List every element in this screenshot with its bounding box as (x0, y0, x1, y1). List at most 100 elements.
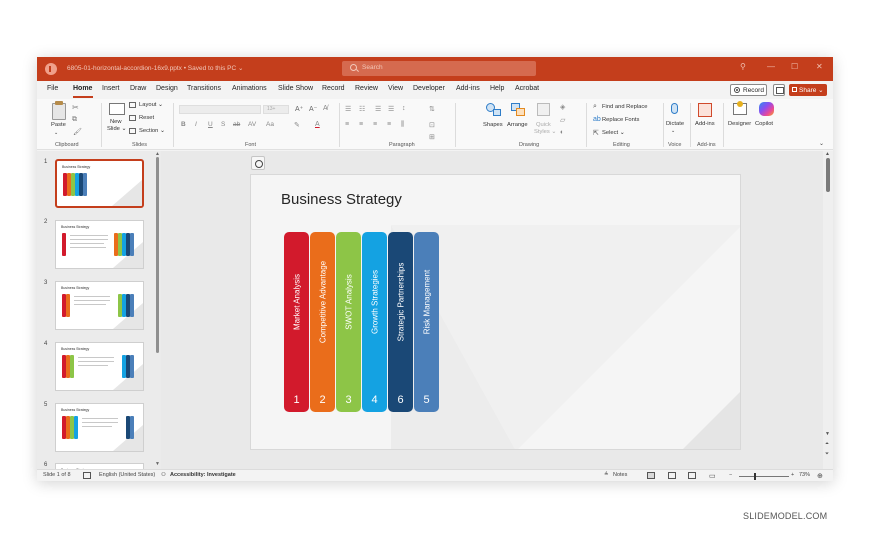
paste-label[interactable]: Paste (51, 122, 66, 128)
slide-thumbnail-3[interactable]: Business Strategy (55, 281, 144, 330)
justify-icon[interactable]: ≡ (387, 121, 391, 128)
shape-fill-icon[interactable]: ◈ (560, 103, 565, 111)
fit-to-window-icon[interactable]: ⊕ (817, 472, 823, 480)
minimize-button[interactable]: — (767, 62, 775, 71)
normal-view-icon[interactable] (647, 472, 655, 479)
collapse-ribbon-icon[interactable]: ⌄ (819, 140, 824, 147)
decrease-font-icon[interactable]: A⁻ (309, 105, 317, 113)
shapes-button[interactable]: Shapes (483, 122, 503, 128)
designer-button[interactable]: Designer (728, 121, 751, 127)
accordion-panel-2[interactable]: Competitive Advantage 2 (310, 232, 335, 412)
tab-transitions[interactable]: Transitions (187, 85, 221, 92)
format-painter-icon[interactable]: 🖌 (73, 128, 82, 136)
character-spacing-icon[interactable]: AV (248, 121, 256, 128)
bullets-icon[interactable]: ☰ (345, 105, 351, 113)
search-input[interactable]: Search (342, 61, 536, 76)
tab-developer[interactable]: Developer (413, 85, 445, 92)
reading-view-icon[interactable] (688, 472, 696, 479)
zoom-level[interactable]: 73% (799, 472, 810, 478)
language-indicator[interactable]: English (United States) (99, 472, 155, 478)
quick-styles-icon[interactable] (537, 103, 550, 116)
new-slide-label[interactable]: New (110, 119, 122, 125)
copilot-icon[interactable] (759, 102, 774, 116)
share-button[interactable]: Share ⌄ (789, 84, 827, 96)
tab-slide-show[interactable]: Slide Show (278, 85, 313, 92)
underline-icon[interactable]: U (208, 121, 213, 128)
arrange-button[interactable]: Arrange (507, 122, 528, 128)
font-size-select[interactable]: 13+ (263, 105, 289, 114)
spelling-icon[interactable] (83, 472, 91, 479)
accordion-panel-6[interactable]: Risk Management 5 (414, 232, 439, 412)
tab-view[interactable]: View (388, 85, 403, 92)
align-text-icon[interactable]: ⊡ (429, 121, 435, 129)
slide-sorter-icon[interactable] (668, 472, 676, 479)
accordion-panel-3[interactable]: SWOT Analysis 3 (336, 232, 361, 412)
columns-icon[interactable]: ⫼ (401, 121, 404, 129)
clear-formatting-icon[interactable]: A̸ (323, 105, 328, 112)
tab-file[interactable]: File (47, 85, 58, 92)
layout-button[interactable]: Layout ⌄ (139, 102, 163, 108)
line-spacing-icon[interactable]: ↕ (402, 105, 406, 112)
accordion-panel-1[interactable]: Market Analysis 1 (284, 232, 309, 412)
slide-thumbnail-4[interactable]: Business Strategy (55, 342, 144, 391)
scroll-up-icon[interactable]: ▲ (825, 151, 830, 157)
text-direction-icon[interactable]: ⇅ (429, 105, 435, 113)
scroll-down-icon[interactable]: ▼ (825, 431, 830, 437)
numbering-icon[interactable]: ☷ (359, 105, 365, 113)
tab-add-ins[interactable]: Add-ins (456, 85, 480, 92)
slide-thumbnail-2[interactable]: Business Strategy (55, 220, 144, 269)
new-slide-dropdown[interactable]: Slide ⌄ (107, 126, 126, 132)
comments-button[interactable] (773, 84, 785, 96)
cut-icon[interactable]: ✂ (72, 103, 79, 112)
microphone-icon[interactable] (671, 103, 678, 114)
zoom-in-icon[interactable]: + (791, 472, 794, 478)
thumbnail-scrollbar[interactable] (156, 157, 159, 353)
align-left-icon[interactable]: ≡ (345, 121, 349, 128)
change-case-icon[interactable]: Aa (266, 121, 274, 128)
quick-styles-button[interactable]: Quick (536, 122, 551, 128)
shape-effects-icon[interactable]: ◐ (560, 129, 564, 136)
tab-design[interactable]: Design (156, 85, 178, 92)
next-slide-icon[interactable]: ⏷ (825, 451, 829, 457)
select-button[interactable]: Select ⌄ (602, 130, 625, 136)
highlight-icon[interactable]: ✎ (294, 121, 300, 129)
zoom-slider-thumb[interactable] (754, 473, 756, 480)
shape-outline-icon[interactable]: ▱ (560, 116, 565, 124)
paste-icon[interactable] (52, 103, 66, 120)
add-ins-button[interactable]: Add-ins (695, 121, 715, 127)
notes-button[interactable]: Notes (613, 472, 627, 478)
dictate-dropdown-icon[interactable]: ⌄ (671, 128, 675, 134)
bold-icon[interactable]: B (181, 121, 186, 128)
copy-icon[interactable]: ⧉ (72, 116, 77, 124)
tab-draw[interactable]: Draw (130, 85, 146, 92)
italic-icon[interactable]: I (195, 121, 197, 128)
zoom-out-icon[interactable]: − (729, 472, 732, 478)
font-family-select[interactable] (179, 105, 261, 114)
tab-home[interactable]: Home (73, 85, 92, 92)
slide-title[interactable]: Business Strategy (281, 191, 402, 208)
accessibility-status[interactable]: Accessibility: Investigate (170, 472, 236, 478)
current-slide[interactable]: Business Strategy Market Analysis 1 Comp… (250, 174, 741, 450)
accordion-panel-5[interactable]: Strategic Partnerships 6 (388, 232, 413, 412)
replace-fonts-button[interactable]: Replace Fonts (602, 117, 639, 123)
section-button[interactable]: Section ⌄ (139, 128, 165, 134)
shadow-icon[interactable]: S (221, 121, 225, 128)
slide-thumbnail-1[interactable]: Business Strategy (55, 159, 144, 208)
slide-tool-icon[interactable] (251, 156, 265, 170)
reset-button[interactable]: Reset (139, 115, 154, 121)
font-color-icon[interactable]: A (315, 121, 320, 128)
smartart-icon[interactable]: ⊞ (429, 133, 435, 141)
quick-styles-dropdown[interactable]: Styles ⌄ (534, 129, 556, 135)
tab-acrobat[interactable]: Acrobat (515, 85, 539, 92)
new-slide-icon[interactable] (109, 103, 125, 115)
close-button[interactable]: ✕ (816, 62, 823, 71)
record-button[interactable]: Record (730, 84, 767, 96)
maximize-button[interactable]: ☐ (791, 62, 798, 71)
tab-insert[interactable]: Insert (102, 85, 120, 92)
increase-font-icon[interactable]: A⁺ (295, 105, 303, 113)
document-title[interactable]: 6805-01-horizontal-accordion-16x9.pptx •… (67, 64, 243, 72)
pane-scroll-down-icon[interactable]: ▼ (155, 461, 160, 467)
tab-help[interactable]: Help (490, 85, 504, 92)
tab-animations[interactable]: Animations (232, 85, 267, 92)
align-center-icon[interactable]: ≡ (359, 121, 363, 128)
